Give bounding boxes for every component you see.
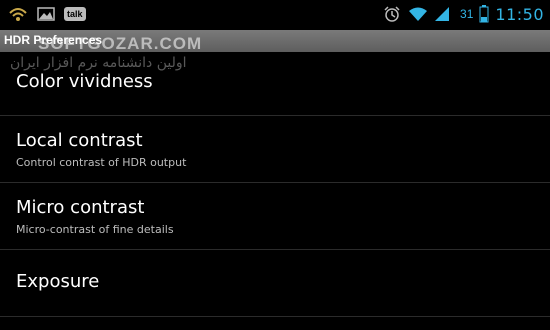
notification-icons: talk — [8, 4, 86, 24]
battery-level-text: 31 — [460, 7, 474, 21]
status-bar: talk 31 11:50 — [0, 0, 550, 28]
battery-icon — [479, 5, 489, 23]
pref-summary: Control contrast of HDR output — [16, 156, 187, 169]
pref-exposure[interactable]: Exposure — [0, 250, 550, 316]
pref-micro-contrast[interactable]: Micro contrast Micro-contrast of fine de… — [0, 183, 550, 249]
pref-title: Color vividness — [16, 71, 153, 92]
pref-summary: Micro-contrast of fine details — [16, 223, 174, 236]
pref-color-vividness[interactable]: Color vividness — [0, 52, 550, 115]
alarm-clock-icon — [382, 5, 402, 23]
watermark-text: SOFTGOZAR.COM — [38, 34, 203, 53]
talk-icon: talk — [64, 7, 86, 21]
image-icon — [36, 5, 56, 23]
wifi-notification-icon — [8, 5, 28, 23]
pref-title: Exposure — [16, 271, 100, 292]
cell-signal-icon — [434, 5, 454, 23]
pref-title: Local contrast — [16, 130, 143, 151]
pref-local-contrast[interactable]: Local contrast Control contrast of HDR o… — [0, 116, 550, 182]
wifi-signal-icon — [408, 5, 428, 23]
divider — [0, 316, 550, 317]
clock: 11:50 — [495, 4, 544, 24]
pref-title: Micro contrast — [16, 197, 145, 218]
system-icons: 31 11:50 — [382, 3, 544, 25]
